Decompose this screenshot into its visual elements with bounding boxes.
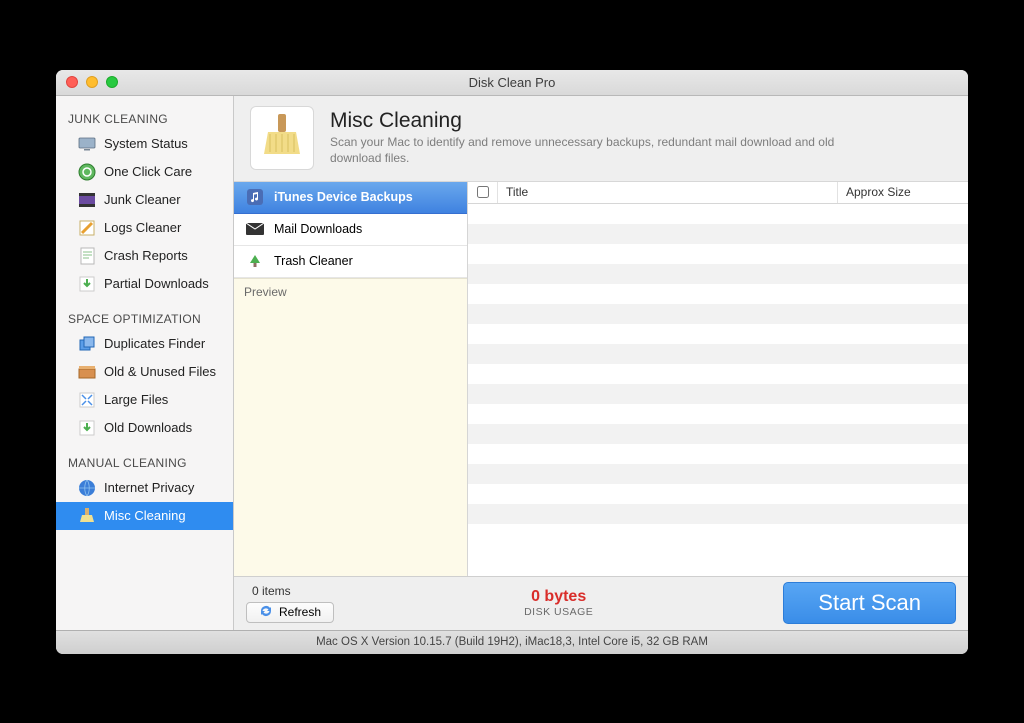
category-itunes-backups[interactable]: iTunes Device Backups [234, 182, 467, 214]
sidebar-item-label: Logs Cleaner [104, 220, 181, 235]
sidebar-item-system-status[interactable]: System Status [56, 130, 233, 158]
section-head-manual: MANUAL CLEANING [56, 450, 233, 474]
brush-icon [78, 507, 96, 525]
footer: 0 items Refresh 0 bytes DISK USAGE Start… [234, 576, 968, 630]
start-scan-button[interactable]: Start Scan [783, 582, 956, 624]
sidebar-item-label: Old Downloads [104, 420, 192, 435]
duplicates-icon [78, 335, 96, 353]
sidebar-item-old-unused[interactable]: Old & Unused Files [56, 358, 233, 386]
sidebar-item-label: System Status [104, 136, 188, 151]
download-alt-icon [78, 419, 96, 437]
music-note-icon [246, 189, 264, 205]
table-row [468, 464, 968, 484]
table-row [468, 284, 968, 304]
category-label: Mail Downloads [274, 222, 362, 236]
items-count: 0 items [246, 584, 334, 598]
trash-tree-icon [246, 253, 264, 269]
table-row [468, 224, 968, 244]
mail-icon [246, 221, 264, 237]
sidebar-item-label: One Click Care [104, 164, 192, 179]
table-row [468, 384, 968, 404]
refresh-disc-icon [78, 163, 96, 181]
window-title: Disk Clean Pro [56, 75, 968, 90]
table-body [468, 204, 968, 576]
header-panel: Misc Cleaning Scan your Mac to identify … [234, 96, 968, 182]
content: JUNK CLEANING System Status One Click Ca… [56, 96, 968, 630]
film-icon [78, 191, 96, 209]
sidebar-item-label: Old & Unused Files [104, 364, 216, 379]
table-row [468, 524, 968, 544]
category-panel: iTunes Device Backups Mail Downloads Tra… [234, 182, 468, 576]
table-row [468, 484, 968, 504]
sidebar-item-label: Misc Cleaning [104, 508, 186, 523]
table-row [468, 264, 968, 284]
main: Misc Cleaning Scan your Mac to identify … [234, 96, 968, 630]
sidebar-item-crash-reports[interactable]: Crash Reports [56, 242, 233, 270]
table-row [468, 244, 968, 264]
sidebar-item-old-downloads[interactable]: Old Downloads [56, 414, 233, 442]
category-mail-downloads[interactable]: Mail Downloads [234, 214, 467, 246]
expand-icon [78, 391, 96, 409]
column-title[interactable]: Title [498, 182, 838, 203]
sidebar-item-label: Duplicates Finder [104, 336, 205, 351]
monitor-icon [78, 135, 96, 153]
sidebar-item-one-click-care[interactable]: One Click Care [56, 158, 233, 186]
table-row [468, 324, 968, 344]
sidebar: JUNK CLEANING System Status One Click Ca… [56, 96, 234, 630]
sidebar-item-label: Internet Privacy [104, 480, 194, 495]
refresh-label: Refresh [279, 605, 321, 619]
footer-left: 0 items Refresh [246, 584, 334, 623]
category-trash-cleaner[interactable]: Trash Cleaner [234, 246, 467, 278]
sidebar-item-logs-cleaner[interactable]: Logs Cleaner [56, 214, 233, 242]
refresh-icon [259, 605, 273, 620]
table-row [468, 424, 968, 444]
sidebar-item-large-files[interactable]: Large Files [56, 386, 233, 414]
preview-panel: Preview [234, 278, 467, 576]
table-row [468, 204, 968, 224]
category-label: iTunes Device Backups [274, 190, 413, 204]
disk-usage-label: DISK USAGE [334, 606, 783, 618]
sidebar-item-junk-cleaner[interactable]: Junk Cleaner [56, 186, 233, 214]
sidebar-item-duplicates[interactable]: Duplicates Finder [56, 330, 233, 358]
section-head-space: SPACE OPTIMIZATION [56, 306, 233, 330]
brush-large-icon [250, 106, 314, 170]
table-header: Title Approx Size [468, 182, 968, 204]
column-checkbox[interactable] [468, 182, 498, 203]
results-panel: Title Approx Size [468, 182, 968, 576]
app-window: Disk Clean Pro JUNK CLEANING System Stat… [56, 70, 968, 654]
page-description: Scan your Mac to identify and remove unn… [330, 135, 850, 166]
preview-label: Preview [244, 285, 287, 299]
sidebar-item-label: Large Files [104, 392, 168, 407]
table-row [468, 364, 968, 384]
globe-icon [78, 479, 96, 497]
table-row [468, 504, 968, 524]
table-row [468, 344, 968, 364]
download-icon [78, 275, 96, 293]
sidebar-item-internet-privacy[interactable]: Internet Privacy [56, 474, 233, 502]
sidebar-item-label: Junk Cleaner [104, 192, 181, 207]
table-row [468, 304, 968, 324]
sidebar-item-partial-downloads[interactable]: Partial Downloads [56, 270, 233, 298]
section-head-junk: JUNK CLEANING [56, 106, 233, 130]
sidebar-item-label: Crash Reports [104, 248, 188, 263]
sidebar-item-label: Partial Downloads [104, 276, 209, 291]
column-size[interactable]: Approx Size [838, 182, 968, 203]
footer-mid: 0 bytes DISK USAGE [334, 588, 783, 618]
bytes-value: 0 bytes [334, 588, 783, 606]
table-row [468, 404, 968, 424]
page-title: Misc Cleaning [330, 109, 850, 133]
panels: iTunes Device Backups Mail Downloads Tra… [234, 182, 968, 576]
system-info: Mac OS X Version 10.15.7 (Build 19H2), i… [316, 636, 708, 648]
document-icon [78, 247, 96, 265]
pencil-note-icon [78, 219, 96, 237]
category-label: Trash Cleaner [274, 254, 353, 268]
sidebar-item-misc-cleaning[interactable]: Misc Cleaning [56, 502, 233, 530]
header-text: Misc Cleaning Scan your Mac to identify … [330, 109, 850, 166]
table-row [468, 444, 968, 464]
select-all-checkbox[interactable] [477, 186, 489, 198]
box-icon [78, 363, 96, 381]
titlebar: Disk Clean Pro [56, 70, 968, 96]
statusbar: Mac OS X Version 10.15.7 (Build 19H2), i… [56, 630, 968, 654]
refresh-button[interactable]: Refresh [246, 602, 334, 623]
